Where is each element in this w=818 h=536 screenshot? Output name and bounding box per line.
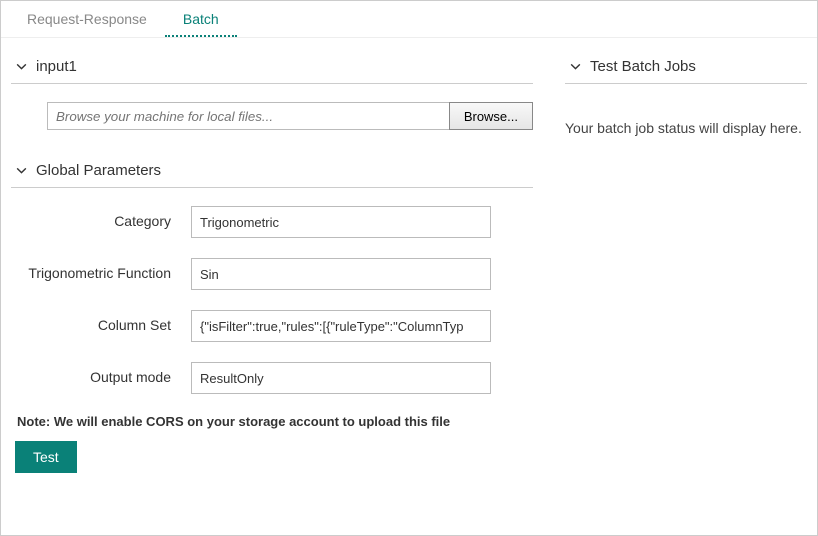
- section-global-params-title: Global Parameters: [36, 162, 161, 179]
- browse-button[interactable]: Browse...: [449, 102, 533, 130]
- output-mode-field[interactable]: [191, 362, 491, 394]
- section-input1-title: input1: [36, 58, 77, 75]
- cors-note: Note: We will enable CORS on your storag…: [17, 414, 533, 429]
- section-global-params-header[interactable]: Global Parameters: [11, 158, 533, 188]
- column-set-label: Column Set: [11, 310, 191, 334]
- trig-func-label: Trigonometric Function: [11, 258, 191, 282]
- section-test-jobs-header[interactable]: Test Batch Jobs: [565, 54, 807, 84]
- category-field[interactable]: [191, 206, 491, 238]
- output-mode-label: Output mode: [11, 362, 191, 386]
- status-text: Your batch job status will display here.: [565, 102, 807, 136]
- tab-request-response[interactable]: Request-Response: [9, 1, 165, 37]
- tab-batch[interactable]: Batch: [165, 1, 237, 37]
- file-browse-row: Browse...: [47, 102, 533, 130]
- file-path-input[interactable]: [47, 102, 450, 130]
- chevron-down-icon: [569, 60, 582, 73]
- chevron-down-icon: [15, 164, 28, 177]
- section-input1-header[interactable]: input1: [11, 54, 533, 84]
- chevron-down-icon: [15, 60, 28, 73]
- tab-bar: Request-Response Batch: [1, 1, 817, 38]
- category-label: Category: [11, 206, 191, 230]
- column-set-field[interactable]: [191, 310, 491, 342]
- trig-func-field[interactable]: [191, 258, 491, 290]
- section-test-jobs-title: Test Batch Jobs: [590, 58, 696, 75]
- test-button[interactable]: Test: [15, 441, 77, 473]
